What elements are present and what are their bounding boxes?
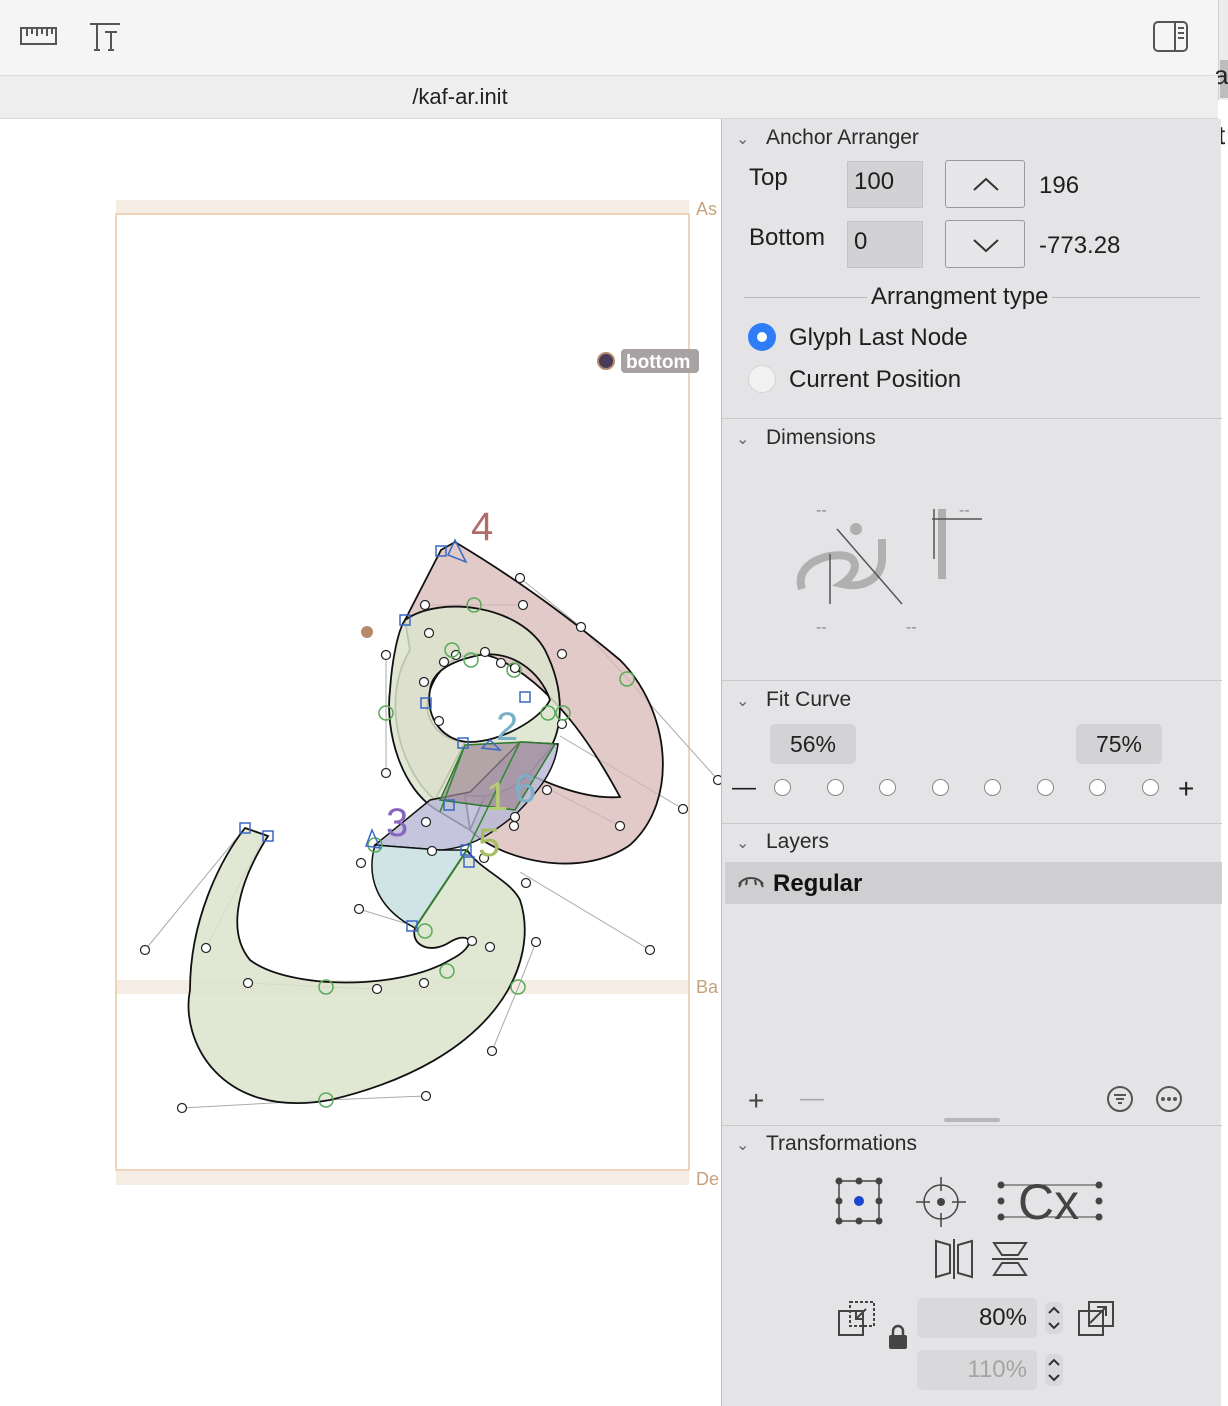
flip-horizontal-icon[interactable] (932, 1237, 976, 1281)
dimension-value-2: -- (959, 502, 970, 519)
contour-number-6: 6 (514, 767, 536, 811)
tab-bar: /kaf-ar.init (0, 76, 1218, 119)
chevron-down-icon: ⌄ (736, 693, 750, 710)
more-options-icon[interactable] (1155, 1085, 1183, 1113)
section-header-dimensions[interactable]: ⌄ Dimensions (736, 426, 876, 450)
top-result: 196 (1039, 172, 1080, 199)
divider (722, 823, 1222, 824)
window-toolbar (0, 0, 1218, 76)
fit-curve-decrease-button[interactable]: — (732, 774, 756, 802)
text-metrics-icon[interactable] (88, 20, 122, 54)
fit-curve-min-value[interactable]: 56% (770, 724, 856, 764)
contour-number-5: 5 (478, 821, 500, 865)
top-value-field[interactable]: 100 (847, 161, 923, 208)
scale-percent-field-2[interactable]: 110% (917, 1350, 1037, 1390)
scale-down-icon[interactable] (836, 1299, 878, 1339)
contour-number-4: 4 (471, 505, 493, 549)
bottom-anchor-label: bottom (626, 352, 690, 373)
ascender-band (116, 200, 689, 214)
fit-curve-step-3[interactable] (879, 779, 896, 796)
fit-curve-step-1[interactable] (774, 779, 791, 796)
top-label: Top (749, 164, 788, 191)
divider (722, 680, 1222, 681)
contour-number-3: 3 (386, 801, 408, 845)
radio-glyph-last-node-label: Glyph Last Node (789, 324, 968, 351)
descender-label: De (696, 1169, 719, 1189)
fit-curve-increase-button[interactable]: + (1178, 773, 1194, 805)
baseline-label: Ba (696, 977, 719, 997)
section-header-transformations[interactable]: ⌄ Transformations (736, 1132, 917, 1156)
descender-band (116, 1171, 689, 1185)
radio-current-position[interactable] (748, 365, 776, 393)
chevron-up-icon (973, 177, 999, 191)
chevron-down-icon: ⌄ (736, 835, 750, 852)
eye-icon[interactable] (737, 875, 765, 891)
section-title: Fit Curve (766, 688, 852, 711)
chevron-down-icon: ⌄ (736, 1137, 750, 1154)
contour-green-tail (187, 826, 526, 1104)
fit-curve-step-4[interactable] (931, 779, 949, 796)
glyph-canvas[interactable]: As Ba De 4 2 1 6 3 5 bottom (0, 119, 721, 1406)
divider (722, 1125, 1222, 1126)
remove-layer-button[interactable]: — (800, 1085, 824, 1113)
section-title: Dimensions (766, 426, 876, 449)
contour-number-1: 1 (486, 775, 508, 819)
crosshair-origin-icon[interactable] (914, 1175, 968, 1229)
sidebar-toggle-icon[interactable] (1152, 20, 1190, 54)
fit-curve-step-5[interactable] (984, 779, 1001, 796)
bottom-result: -773.28 (1039, 232, 1121, 259)
contour-number-2: 2 (496, 705, 518, 749)
lock-icon[interactable] (887, 1324, 909, 1350)
anchor-point (361, 626, 373, 638)
section-header-fit-curve[interactable]: ⌄ Fit Curve (736, 688, 851, 712)
bottom-value-field[interactable]: 0 (847, 221, 923, 268)
dimension-value-1: -- (816, 502, 827, 519)
bounding-box-origin-icon[interactable] (835, 1177, 883, 1225)
scale-percent-field[interactable]: 80% (917, 1298, 1037, 1338)
layer-row-regular[interactable]: Regular (725, 862, 1222, 904)
fit-curve-step-6[interactable] (1036, 779, 1054, 796)
chevron-down-icon (973, 239, 999, 253)
chevron-down-icon: ⌄ (736, 131, 750, 148)
fit-curve-step-2[interactable] (826, 779, 844, 796)
metric-origin-sample-text: Cx (1018, 1177, 1079, 1225)
section-header-anchor-arranger[interactable]: ⌄ Anchor Arranger (736, 126, 919, 150)
move-up-button[interactable] (945, 160, 1025, 208)
divider (722, 418, 1222, 419)
fit-curve-max-value[interactable]: 75% (1076, 724, 1162, 764)
ascender-label: As (696, 199, 717, 219)
panel-resize-handle[interactable] (944, 1118, 1000, 1122)
fit-curve-step-8[interactable] (1141, 779, 1159, 796)
dimension-value-4: -- (906, 619, 917, 636)
move-down-button[interactable] (945, 220, 1025, 268)
dimensions-diagram (796, 509, 982, 605)
bottom-anchor-point (597, 352, 615, 370)
scale-stepper-2[interactable] (1044, 1353, 1064, 1387)
add-layer-button[interactable]: + (748, 1085, 764, 1117)
radio-glyph-last-node[interactable] (748, 323, 776, 351)
flip-vertical-icon[interactable] (990, 1239, 1030, 1279)
inspector-panel: ⌄ Anchor Arranger Top 100 196 Bottom 0 -7… (721, 119, 1222, 1406)
scale-up-icon[interactable] (1076, 1299, 1116, 1339)
fit-curve-step-7[interactable] (1089, 779, 1106, 796)
arrangement-type-title: Arrangment type (867, 283, 1053, 311)
filter-icon[interactable] (1106, 1085, 1134, 1113)
chevron-down-icon: ⌄ (736, 431, 750, 448)
radio-current-position-label: Current Position (789, 366, 962, 393)
tab-glyph-kaf-ar-init[interactable]: /kaf-ar.init (0, 84, 920, 110)
section-header-layers[interactable]: ⌄ Layers (736, 830, 829, 854)
ruler-icon[interactable] (20, 24, 58, 50)
section-title: Layers (766, 830, 830, 853)
bottom-label: Bottom (749, 224, 826, 251)
glyph-drawing: As Ba De 4 2 1 6 3 5 bottom (115, 199, 721, 1189)
metric-origin-icon[interactable]: Cx (996, 1177, 1106, 1225)
section-title: Anchor Arranger (766, 126, 919, 149)
layer-name: Regular (773, 870, 863, 897)
dimension-value-3: -- (816, 619, 827, 636)
scale-stepper[interactable] (1044, 1301, 1064, 1335)
section-title: Transformations (766, 1132, 917, 1155)
